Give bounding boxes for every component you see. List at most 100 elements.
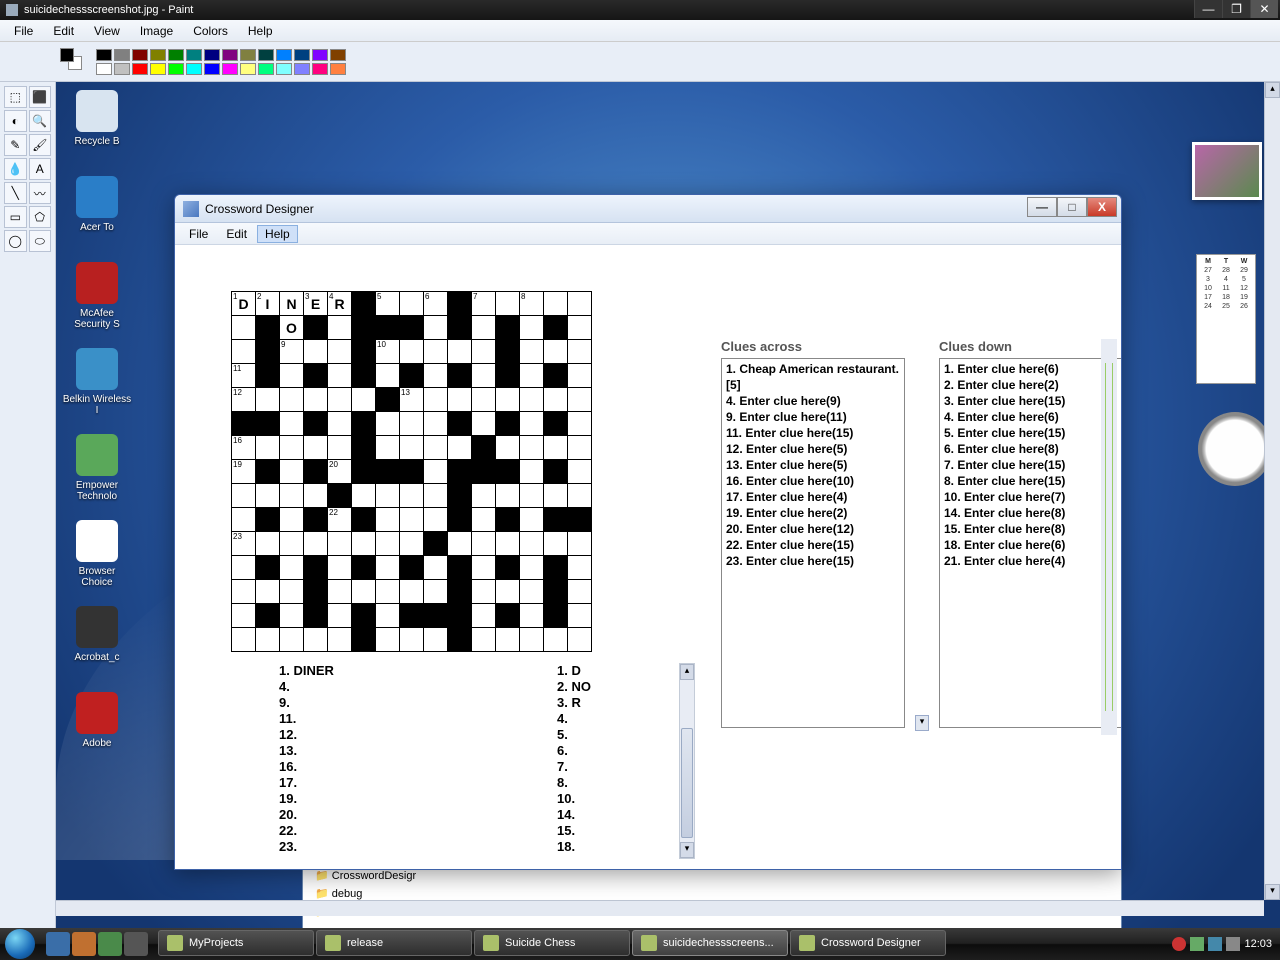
grid-cell[interactable] (376, 436, 400, 460)
grid-cell[interactable]: 2I (256, 292, 280, 316)
task-button[interactable]: MyProjects (158, 930, 314, 956)
paint-minimize-button[interactable]: — (1194, 0, 1222, 18)
grid-cell[interactable] (472, 388, 496, 412)
grid-cell[interactable] (472, 508, 496, 532)
crossword-designer-window[interactable]: Crossword Designer — □ X FileEditHelp 1D… (174, 194, 1122, 870)
grid-cell[interactable] (232, 316, 256, 340)
grid-cell[interactable] (400, 532, 424, 556)
tool-button[interactable]: 〰 (29, 182, 52, 204)
grid-cell[interactable] (520, 460, 544, 484)
grid-cell[interactable] (352, 388, 376, 412)
grid-cell[interactable] (328, 340, 352, 364)
grid-cell[interactable] (256, 364, 280, 388)
paint-menu-view[interactable]: View (86, 22, 128, 40)
vscroll-down-icon[interactable]: ▾ (1265, 884, 1280, 900)
desktop-icon[interactable]: Recycle B (62, 90, 132, 176)
grid-cell[interactable] (256, 556, 280, 580)
color-swatch[interactable] (168, 63, 184, 75)
grid-cell[interactable] (448, 460, 472, 484)
grid-cell[interactable] (544, 316, 568, 340)
grid-cell[interactable] (496, 388, 520, 412)
tray-clock[interactable]: 12:03 (1244, 938, 1272, 950)
grid-cell[interactable] (376, 532, 400, 556)
paint-maximize-button[interactable]: ❐ (1222, 0, 1250, 18)
clue-across[interactable]: 11. Enter clue here(15) (726, 425, 900, 441)
grid-cell[interactable] (424, 604, 448, 628)
grid-cell[interactable] (328, 556, 352, 580)
color-swatch[interactable] (204, 63, 220, 75)
clue-across[interactable]: 17. Enter clue here(4) (726, 489, 900, 505)
color-swatch[interactable] (258, 49, 274, 61)
grid-cell[interactable] (424, 316, 448, 340)
grid-cell[interactable] (280, 484, 304, 508)
grid-cell[interactable] (544, 604, 568, 628)
grid-cell[interactable]: 14 (232, 412, 256, 436)
grid-cell[interactable] (328, 412, 352, 436)
grid-cell[interactable] (568, 316, 592, 340)
grid-cell[interactable] (232, 580, 256, 604)
grid-cell[interactable] (472, 556, 496, 580)
grid-cell[interactable] (544, 436, 568, 460)
grid-cell[interactable] (280, 556, 304, 580)
tool-button[interactable]: ▭ (4, 206, 27, 228)
tray-icon[interactable] (1190, 937, 1204, 951)
grid-cell[interactable] (400, 412, 424, 436)
grid-cell[interactable] (232, 508, 256, 532)
grid-cell[interactable] (304, 412, 328, 436)
grid-cell[interactable] (400, 292, 424, 316)
grid-cell[interactable] (472, 604, 496, 628)
grid-cell[interactable] (424, 484, 448, 508)
grid-cell[interactable] (256, 508, 280, 532)
grid-cell[interactable] (304, 340, 328, 364)
grid-cell[interactable] (304, 604, 328, 628)
clue-across[interactable]: 4. Enter clue here(9) (726, 393, 900, 409)
grid-cell[interactable] (304, 532, 328, 556)
grid-cell[interactable] (520, 532, 544, 556)
grid-cell[interactable] (304, 508, 328, 532)
grid-cell[interactable] (376, 460, 400, 484)
grid-cell[interactable] (352, 532, 376, 556)
grid-cell[interactable] (448, 532, 472, 556)
grid-cell[interactable] (472, 580, 496, 604)
grid-cell[interactable] (376, 364, 400, 388)
paint-menu-image[interactable]: Image (132, 22, 181, 40)
scroll-up-button[interactable]: ▴ (680, 664, 694, 680)
color-swatch[interactable] (114, 49, 130, 61)
tool-button[interactable]: ⬭ (29, 230, 52, 252)
grid-cell[interactable] (520, 628, 544, 652)
grid-cell[interactable] (520, 484, 544, 508)
color-swatch[interactable] (276, 63, 292, 75)
color-swatch[interactable] (312, 63, 328, 75)
grid-cell[interactable] (568, 388, 592, 412)
grid-cell[interactable] (400, 604, 424, 628)
tool-button[interactable]: ◯ (4, 230, 27, 252)
grid-cell[interactable] (400, 364, 424, 388)
cd-menu-edit[interactable]: Edit (218, 225, 255, 243)
scroll-thumb[interactable] (681, 728, 693, 838)
clue-down[interactable]: 3. Enter clue here(15) (944, 393, 1118, 409)
grid-cell[interactable] (304, 628, 328, 652)
start-button[interactable] (0, 928, 40, 960)
grid-cell[interactable] (496, 604, 520, 628)
desktop-icon[interactable]: McAfee Security S (62, 262, 132, 348)
grid-cell[interactable]: 4R (328, 292, 352, 316)
grid-cell[interactable] (256, 412, 280, 436)
grid-cell[interactable] (496, 580, 520, 604)
clue-across[interactable]: 22. Enter clue here(15) (726, 537, 900, 553)
grid-cell[interactable] (256, 316, 280, 340)
grid-cell[interactable] (496, 556, 520, 580)
paint-menu-colors[interactable]: Colors (185, 22, 236, 40)
canvas-hscrollbar[interactable] (56, 900, 1264, 916)
clue-down[interactable]: 1. Enter clue here(6) (944, 361, 1118, 377)
color-swatch[interactable] (186, 49, 202, 61)
grid-cell[interactable] (544, 508, 568, 532)
grid-cell[interactable] (520, 508, 544, 532)
grid-cell[interactable] (568, 460, 592, 484)
tool-button[interactable]: ◐ (4, 110, 27, 132)
desktop-icon[interactable]: Empower Technolo (62, 434, 132, 520)
clue-across[interactable]: 1. Cheap American restaurant. [5] (726, 361, 900, 393)
grid-cell[interactable]: 17 (472, 436, 496, 460)
color-swatch[interactable] (204, 49, 220, 61)
grid-cell[interactable] (448, 508, 472, 532)
grid-cell[interactable] (328, 604, 352, 628)
